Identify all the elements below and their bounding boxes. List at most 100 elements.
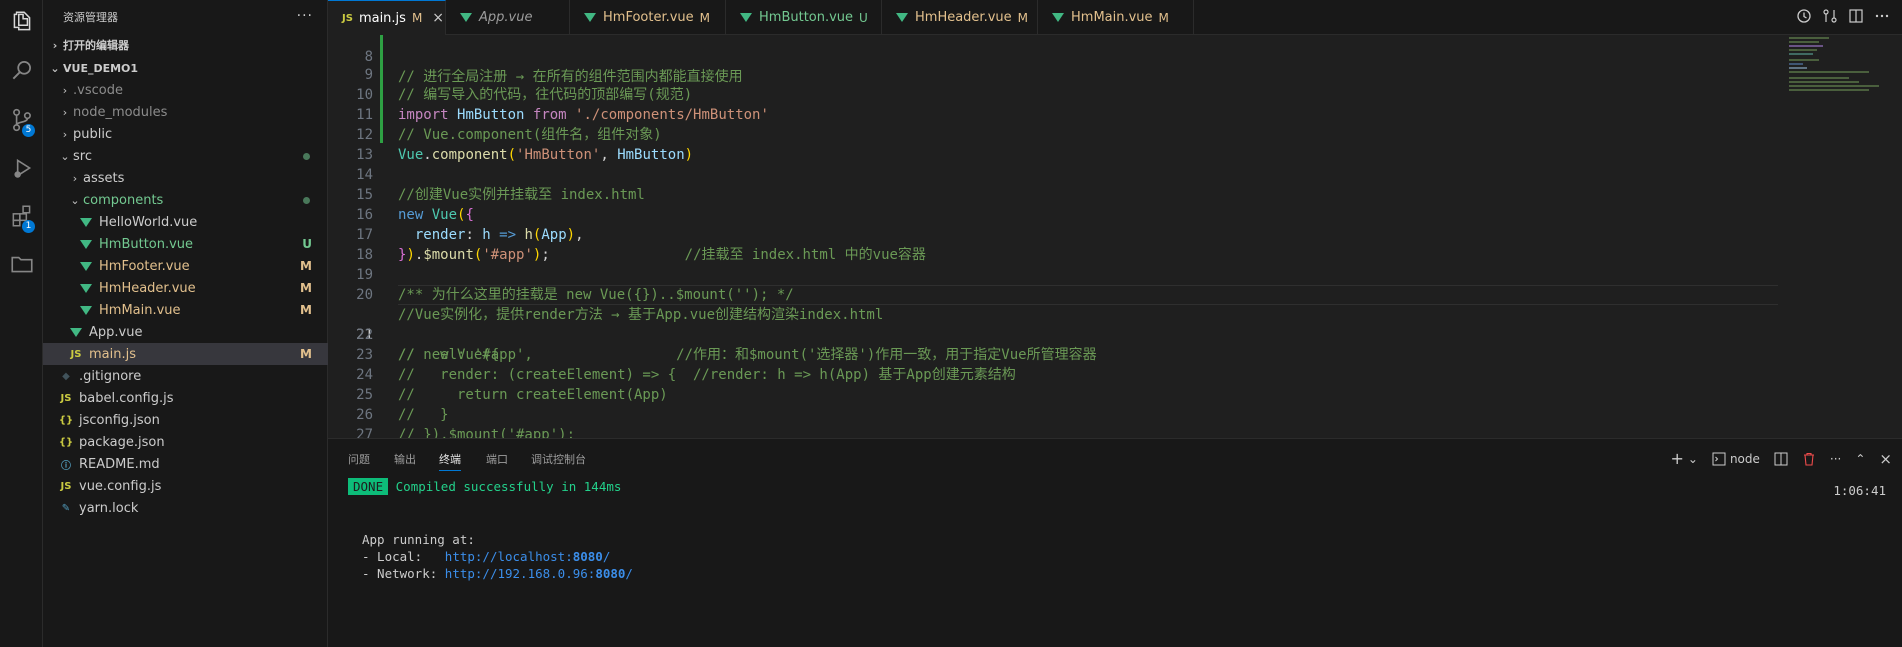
tree-item-main-js[interactable]: JS main.js M <box>43 343 328 365</box>
modified-badge: M <box>699 10 711 25</box>
tree-item-label: vue.config.js <box>79 478 162 494</box>
terminal-shell[interactable]: node <box>1712 452 1760 466</box>
tree-item-helloworld[interactable]: HelloWorld.vue <box>43 211 328 233</box>
chevron-right-icon: › <box>62 105 68 119</box>
code-line: 17 }).$mount('#app'); //挂载至 index.html 中… <box>328 205 1778 263</box>
close-icon[interactable]: × <box>1879 450 1892 468</box>
json-file-icon: {} <box>58 414 74 426</box>
local-url[interactable]: http://localhost:8080/ <box>445 549 611 564</box>
tree-item-assets[interactable]: › assets <box>43 167 328 189</box>
tree-item-package-json[interactable]: {} package.json <box>43 431 328 453</box>
tab-hmheader[interactable]: HmHeader.vue M <box>882 0 1038 35</box>
vue-file-icon <box>80 261 92 271</box>
run-debug-icon[interactable] <box>0 148 43 188</box>
code-line: 25 // } <box>328 365 1778 423</box>
json-file-icon: {} <box>58 436 74 448</box>
tree-item-label: .vscode <box>73 82 123 98</box>
close-icon[interactable]: × <box>432 10 444 26</box>
tree-item-label: src <box>73 148 92 164</box>
git-file-icon: ◆ <box>62 370 70 382</box>
extensions-icon[interactable]: 1 <box>0 196 43 236</box>
minimap[interactable] <box>1789 35 1884 95</box>
tree-item-yarn-lock[interactable]: ✎ yarn.lock <box>43 497 328 519</box>
tab-hmmain[interactable]: HmMain.vue M <box>1038 0 1194 35</box>
code-line: 11 // Vue.component(组件名，组件对象) <box>328 85 1778 143</box>
code-editor[interactable]: 8 // 进行全局注册 → 在所有的组件范围内都能直接使用 9 // 编写导入的… <box>328 35 1902 438</box>
tree-item-babel-config[interactable]: JS babel.config.js <box>43 387 328 409</box>
tree-item-label: main.js <box>89 346 136 362</box>
chevron-down-icon[interactable]: ⌄ <box>1688 452 1698 466</box>
search-icon[interactable] <box>0 50 43 90</box>
open-editors-section[interactable]: › 打开的编辑器 <box>43 34 328 56</box>
code-line: 12 Vue.component('HmButton', HmButton) <box>328 105 1778 163</box>
folder-icon[interactable] <box>0 244 43 284</box>
trash-icon[interactable] <box>1802 452 1816 466</box>
explorer-header: 资源管理器 <box>43 0 328 34</box>
tab-problems[interactable]: 问题 <box>348 451 370 467</box>
code-line: 18 <box>328 225 1778 263</box>
timeline-icon[interactable] <box>1796 8 1812 24</box>
code-line: 27 <box>328 405 1778 438</box>
open-changes-icon[interactable] <box>1822 8 1838 24</box>
maximize-panel-icon[interactable]: ⌃ <box>1855 452 1865 466</box>
code-line: 14 //创建Vue实例并挂载至 index.html <box>328 145 1778 203</box>
tab-output[interactable]: 输出 <box>394 451 416 467</box>
tab-ports[interactable]: 端口 <box>486 451 508 467</box>
tab-label: main.js <box>358 10 406 26</box>
tree-item-src[interactable]: ⌄ src <box>43 145 328 167</box>
tree-item-label: jsconfig.json <box>79 412 160 428</box>
tree-item-hmfooter[interactable]: HmFooter.vue M <box>43 255 328 277</box>
tab-app-vue[interactable]: App.vue <box>446 0 570 35</box>
info-file-icon: ⓘ <box>61 460 71 472</box>
code-line: 24 // return createElement(App) <box>328 345 1778 403</box>
tab-label: App.vue <box>479 10 533 25</box>
editor-actions <box>1796 8 1890 24</box>
panel-actions: + ⌄ node ··· ⌃ × <box>1670 449 1892 468</box>
tree-item-components[interactable]: ⌄ components <box>43 189 328 211</box>
tree-item-vue-config[interactable]: JS vue.config.js <box>43 475 328 497</box>
tab-debug-console[interactable]: 调试控制台 <box>531 451 586 467</box>
tree-item-gitignore[interactable]: ◆ .gitignore <box>43 365 328 387</box>
terminal-icon <box>1712 452 1726 465</box>
compile-message: Compiled successfully in 144ms <box>395 479 622 494</box>
tree-item-hmbutton[interactable]: HmButton.vue U <box>43 233 328 255</box>
code-line: 26 // }).$mount('#app'); <box>328 385 1778 438</box>
terminal-line: App running at: <box>362 532 475 547</box>
shell-label: node <box>1729 451 1760 466</box>
code-line: 9 // 编写导入的代码，往代码的顶部编写(规范) <box>328 45 1778 103</box>
more-actions-icon[interactable] <box>1874 8 1890 24</box>
vue-file-icon <box>70 327 82 337</box>
tree-item-label: HmMain.vue <box>99 302 181 318</box>
source-control-icon[interactable]: 5 <box>0 100 43 140</box>
tab-label: HmHeader.vue <box>915 10 1012 25</box>
tree-item-vscode[interactable]: › .vscode <box>43 79 328 101</box>
tree-item-public[interactable]: › public <box>43 123 328 145</box>
project-label: VUE_DEMO1 <box>63 61 139 75</box>
tab-terminal[interactable]: 终端 <box>439 451 461 471</box>
tree-item-readme[interactable]: ⓘ README.md <box>43 453 328 475</box>
tab-main-js[interactable]: JS main.js M × <box>328 0 446 35</box>
split-terminal-icon[interactable] <box>1774 452 1788 466</box>
tree-item-hmmain[interactable]: HmMain.vue M <box>43 299 328 321</box>
add-terminal-icon[interactable]: + <box>1670 449 1683 468</box>
modified-dot <box>303 196 310 204</box>
split-editor-icon[interactable] <box>1848 8 1864 24</box>
tree-item-jsconfig[interactable]: {} jsconfig.json <box>43 409 328 431</box>
tab-hmfooter[interactable]: HmFooter.vue M <box>570 0 726 35</box>
more-actions-icon[interactable]: ··· <box>297 8 313 24</box>
tree-item-node-modules[interactable]: › node_modules <box>43 101 328 123</box>
network-label: - Network: <box>362 566 445 581</box>
scm-badge: 5 <box>22 124 35 137</box>
explorer-icon[interactable] <box>0 2 43 42</box>
tree-item-hmheader[interactable]: HmHeader.vue M <box>43 277 328 299</box>
tree-item-app-vue[interactable]: App.vue <box>43 321 328 343</box>
more-actions-icon[interactable]: ··· <box>1830 452 1841 466</box>
terminal-line: - Network: http://192.168.0.96:8080/ <box>362 566 633 581</box>
tab-label: HmMain.vue <box>1071 10 1153 25</box>
network-url[interactable]: http://192.168.0.96:8080/ <box>445 566 633 581</box>
explorer-sidebar: 资源管理器 ··· › 打开的编辑器 ⌄ VUE_DEMO1 › .vscode… <box>43 0 328 647</box>
vue-file-icon <box>584 13 596 22</box>
tree-item-label: public <box>73 126 113 142</box>
tab-hmbutton[interactable]: HmButton.vue U <box>726 0 882 35</box>
project-section[interactable]: ⌄ VUE_DEMO1 <box>43 57 328 79</box>
